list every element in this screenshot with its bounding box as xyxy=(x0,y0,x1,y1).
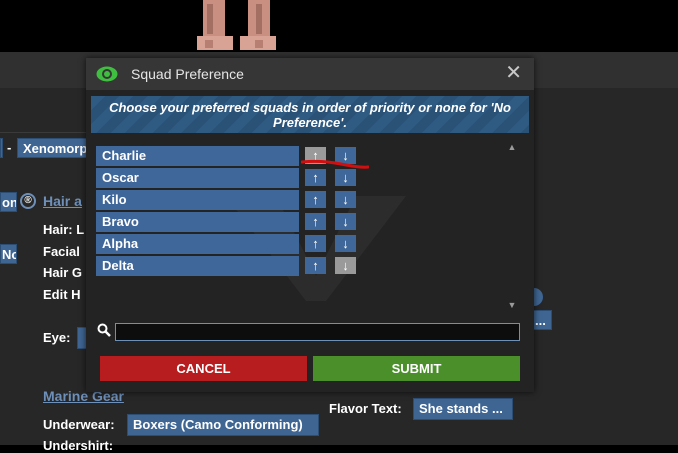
squad-row: Kilo ↑ ↓ xyxy=(96,190,516,210)
squad-row: Alpha ↑ ↓ xyxy=(96,234,516,254)
hair-label: Hair: L xyxy=(43,222,85,237)
reserved-circle-icon: ® xyxy=(20,193,36,209)
underwear-label: Underwear: xyxy=(43,417,115,432)
squad-name-alpha: Alpha xyxy=(96,234,299,254)
eye-icon xyxy=(96,66,118,82)
undershirt-label: Undershirt: xyxy=(43,438,114,453)
facial-hair-label: Facial xyxy=(43,244,80,259)
background-ellipsis-button[interactable]: ... xyxy=(532,310,552,330)
modal-titlebar: Squad Preference ✕ xyxy=(86,58,534,90)
instructions-banner: Choose your preferred squads in order of… xyxy=(91,96,529,133)
species-button[interactable]: Xenomorp xyxy=(17,138,87,158)
move-down-button[interactable]: ↓ xyxy=(335,191,356,208)
background-option-button[interactable]: on xyxy=(0,192,17,212)
move-down-button[interactable]: ↓ xyxy=(335,235,356,252)
squad-name-kilo: Kilo xyxy=(96,190,299,210)
move-up-button[interactable]: ↑ xyxy=(305,235,326,252)
move-down-button[interactable]: ↓ xyxy=(335,257,356,274)
cancel-button[interactable]: CANCEL xyxy=(100,356,307,381)
hair-section-link[interactable]: Hair a xyxy=(43,193,82,209)
move-down-button[interactable]: ↓ xyxy=(335,169,356,186)
move-up-button[interactable]: ↑ xyxy=(305,257,326,274)
close-button[interactable]: ✕ xyxy=(505,63,522,83)
scroll-down-icon[interactable]: ▼ xyxy=(506,300,518,312)
background-no-button[interactable]: No xyxy=(0,244,17,264)
search-input[interactable] xyxy=(115,323,520,341)
move-up-button[interactable]: ↑ xyxy=(305,191,326,208)
background-left-edge-button[interactable] xyxy=(0,138,3,158)
hair-gradient-label: Hair G xyxy=(43,265,83,280)
flavor-text-label: Flavor Text: xyxy=(329,401,402,416)
squad-name-charlie: Charlie xyxy=(96,146,299,166)
move-down-button[interactable]: ↓ xyxy=(335,213,356,230)
squad-row: Oscar ↑ ↓ xyxy=(96,168,516,188)
move-up-button[interactable]: ↑ xyxy=(305,213,326,230)
squad-row: Bravo ↑ ↓ xyxy=(96,212,516,232)
modal-title: Squad Preference xyxy=(131,66,244,82)
squad-name-oscar: Oscar xyxy=(96,168,299,188)
squad-row: Delta ↑ ↓ xyxy=(96,256,516,276)
red-annotation-stroke xyxy=(301,159,369,169)
background-dash: - xyxy=(7,140,12,155)
submit-button[interactable]: SUBMIT xyxy=(313,356,520,381)
search-icon xyxy=(97,323,111,337)
squad-list: Charlie ↑ ↓ Oscar ↑ ↓ Kilo ↑ ↓ Bravo ↑ ↓ Alpha ↑ ↓ Delt… xyxy=(96,146,516,313)
squad-name-delta: Delta xyxy=(96,256,299,276)
squad-preference-modal: Squad Preference ✕ Choose your preferred… xyxy=(86,58,534,392)
squad-name-bravo: Bravo xyxy=(96,212,299,232)
scroll-up-icon[interactable]: ▲ xyxy=(506,142,518,154)
flavor-text-button[interactable]: She stands ... xyxy=(413,398,513,420)
move-up-button[interactable]: ↑ xyxy=(305,169,326,186)
eye-label: Eye: xyxy=(43,330,71,345)
edit-hair-label: Edit H xyxy=(43,287,81,302)
character-sprite xyxy=(185,0,290,52)
background-divider xyxy=(0,132,88,133)
underwear-button[interactable]: Boxers (Camo Conforming) xyxy=(127,414,319,436)
